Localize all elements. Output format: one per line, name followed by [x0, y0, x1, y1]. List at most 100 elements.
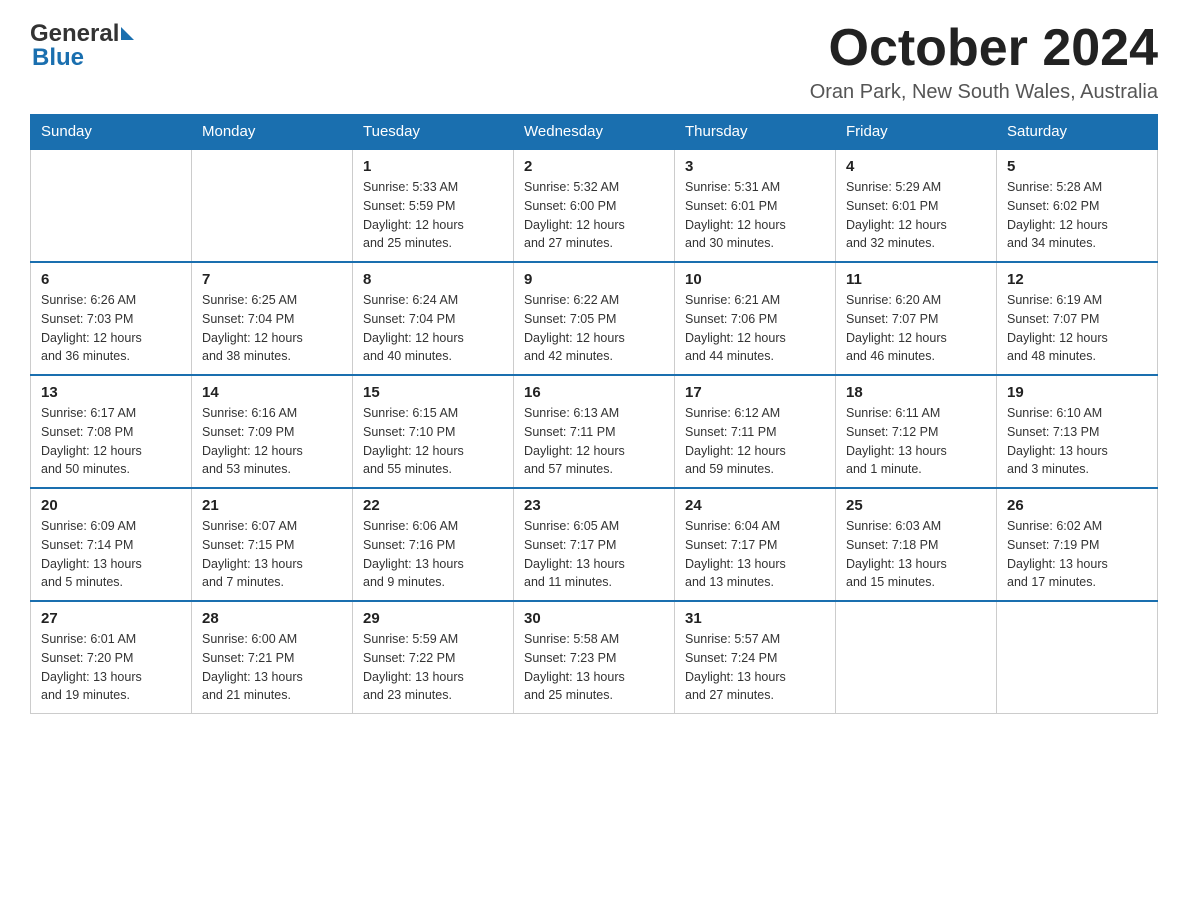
day-number: 6: [41, 271, 181, 288]
calendar-cell: [31, 149, 192, 262]
month-title: October 2024: [810, 20, 1158, 77]
calendar-cell: 24 Sunrise: 6:04 AM Sunset: 7:17 PM Dayli…: [675, 488, 836, 601]
day-info: Sunrise: 6:13 AM Sunset: 7:11 PM Dayligh…: [524, 404, 664, 479]
day-info: Sunrise: 6:06 AM Sunset: 7:16 PM Dayligh…: [363, 517, 503, 592]
calendar-cell: 10 Sunrise: 6:21 AM Sunset: 7:06 PM Dayli…: [675, 262, 836, 375]
day-number: 18: [846, 384, 986, 401]
day-info: Sunrise: 5:31 AM Sunset: 6:01 PM Dayligh…: [685, 178, 825, 253]
calendar-cell: 22Sunrise: 6:06 AM Sunset: 7:16 PM Dayli…: [353, 488, 514, 601]
calendar-cell: 8 Sunrise: 6:24 AM Sunset: 7:04 PM Daylig…: [353, 262, 514, 375]
logo: General Blue: [30, 20, 134, 72]
day-info: Sunrise: 6:09 AM Sunset: 7:14 PM Dayligh…: [41, 517, 181, 592]
day-info: Sunrise: 6:16 AM Sunset: 7:09 PM Dayligh…: [202, 404, 342, 479]
calendar-cell: 28 Sunrise: 6:00 AM Sunset: 7:21 PM Dayli…: [192, 601, 353, 714]
calendar-week-row: 20 Sunrise: 6:09 AM Sunset: 7:14 PM Dayli…: [31, 488, 1158, 601]
calendar-week-row: 6 Sunrise: 6:26 AM Sunset: 7:03 PM Daylig…: [31, 262, 1158, 375]
day-number: 25: [846, 497, 986, 514]
day-number: 14: [202, 384, 342, 401]
day-of-week-header: Saturday: [997, 115, 1158, 150]
day-info: Sunrise: 5:28 AM Sunset: 6:02 PM Dayligh…: [1007, 178, 1147, 253]
page-header: General Blue October 2024 Oran Park, New…: [30, 20, 1158, 104]
day-info: Sunrise: 6:19 AM Sunset: 7:07 PM Dayligh…: [1007, 291, 1147, 366]
day-number: 30: [524, 610, 664, 627]
day-info: Sunrise: 6:25 AM Sunset: 7:04 PM Dayligh…: [202, 291, 342, 366]
title-section: October 2024 Oran Park, New South Wales,…: [810, 20, 1158, 104]
calendar-cell: 19 Sunrise: 6:10 AM Sunset: 7:13 PM Dayli…: [997, 375, 1158, 488]
calendar-cell: [192, 149, 353, 262]
calendar-cell: 12 Sunrise: 6:19 AM Sunset: 7:07 PM Dayli…: [997, 262, 1158, 375]
day-info: Sunrise: 6:24 AM Sunset: 7:04 PM Dayligh…: [363, 291, 503, 366]
day-info: Sunrise: 6:11 AM Sunset: 7:12 PM Dayligh…: [846, 404, 986, 479]
day-info: Sunrise: 6:05 AM Sunset: 7:17 PM Dayligh…: [524, 517, 664, 592]
day-info: Sunrise: 6:21 AM Sunset: 7:06 PM Dayligh…: [685, 291, 825, 366]
day-info: Sunrise: 6:04 AM Sunset: 7:17 PM Dayligh…: [685, 517, 825, 592]
day-number: 19: [1007, 384, 1147, 401]
calendar-cell: 15Sunrise: 6:15 AM Sunset: 7:10 PM Dayli…: [353, 375, 514, 488]
day-info: Sunrise: 6:02 AM Sunset: 7:19 PM Dayligh…: [1007, 517, 1147, 592]
calendar-week-row: 1Sunrise: 5:33 AM Sunset: 5:59 PM Daylig…: [31, 149, 1158, 262]
calendar-cell: 2Sunrise: 5:32 AM Sunset: 6:00 PM Daylig…: [514, 149, 675, 262]
calendar-cell: 23 Sunrise: 6:05 AM Sunset: 7:17 PM Dayli…: [514, 488, 675, 601]
calendar-cell: 25Sunrise: 6:03 AM Sunset: 7:18 PM Dayli…: [836, 488, 997, 601]
day-number: 3: [685, 158, 825, 175]
day-info: Sunrise: 6:12 AM Sunset: 7:11 PM Dayligh…: [685, 404, 825, 479]
calendar-table: SundayMondayTuesdayWednesdayThursdayFrid…: [30, 114, 1158, 714]
day-info: Sunrise: 6:17 AM Sunset: 7:08 PM Dayligh…: [41, 404, 181, 479]
day-info: Sunrise: 6:00 AM Sunset: 7:21 PM Dayligh…: [202, 630, 342, 705]
calendar-cell: 14 Sunrise: 6:16 AM Sunset: 7:09 PM Dayli…: [192, 375, 353, 488]
calendar-cell: 29 Sunrise: 5:59 AM Sunset: 7:22 PM Dayli…: [353, 601, 514, 714]
day-number: 9: [524, 271, 664, 288]
day-number: 26: [1007, 497, 1147, 514]
day-number: 4: [846, 158, 986, 175]
calendar-cell: 6 Sunrise: 6:26 AM Sunset: 7:03 PM Daylig…: [31, 262, 192, 375]
day-number: 24: [685, 497, 825, 514]
calendar-cell: 17 Sunrise: 6:12 AM Sunset: 7:11 PM Dayli…: [675, 375, 836, 488]
day-number: 29: [363, 610, 503, 627]
day-number: 16: [524, 384, 664, 401]
day-of-week-header: Wednesday: [514, 115, 675, 150]
day-info: Sunrise: 6:20 AM Sunset: 7:07 PM Dayligh…: [846, 291, 986, 366]
day-info: Sunrise: 6:10 AM Sunset: 7:13 PM Dayligh…: [1007, 404, 1147, 479]
day-info: Sunrise: 5:57 AM Sunset: 7:24 PM Dayligh…: [685, 630, 825, 705]
calendar-cell: 27Sunrise: 6:01 AM Sunset: 7:20 PM Dayli…: [31, 601, 192, 714]
calendar-cell: 16 Sunrise: 6:13 AM Sunset: 7:11 PM Dayli…: [514, 375, 675, 488]
day-number: 8: [363, 271, 503, 288]
day-info: Sunrise: 6:22 AM Sunset: 7:05 PM Dayligh…: [524, 291, 664, 366]
day-of-week-header: Thursday: [675, 115, 836, 150]
day-number: 12: [1007, 271, 1147, 288]
day-number: 11: [846, 271, 986, 288]
calendar-cell: 4 Sunrise: 5:29 AM Sunset: 6:01 PM Daylig…: [836, 149, 997, 262]
calendar-cell: 1Sunrise: 5:33 AM Sunset: 5:59 PM Daylig…: [353, 149, 514, 262]
day-info: Sunrise: 5:59 AM Sunset: 7:22 PM Dayligh…: [363, 630, 503, 705]
calendar-cell: [997, 601, 1158, 714]
calendar-cell: 20 Sunrise: 6:09 AM Sunset: 7:14 PM Dayli…: [31, 488, 192, 601]
day-info: Sunrise: 5:32 AM Sunset: 6:00 PM Dayligh…: [524, 178, 664, 253]
day-number: 10: [685, 271, 825, 288]
day-number: 5: [1007, 158, 1147, 175]
calendar-cell: [836, 601, 997, 714]
calendar-cell: 30Sunrise: 5:58 AM Sunset: 7:23 PM Dayli…: [514, 601, 675, 714]
calendar-cell: 26 Sunrise: 6:02 AM Sunset: 7:19 PM Dayli…: [997, 488, 1158, 601]
day-of-week-header: Friday: [836, 115, 997, 150]
calendar-header-row: SundayMondayTuesdayWednesdayThursdayFrid…: [31, 115, 1158, 150]
day-info: Sunrise: 6:07 AM Sunset: 7:15 PM Dayligh…: [202, 517, 342, 592]
calendar-week-row: 13 Sunrise: 6:17 AM Sunset: 7:08 PM Dayli…: [31, 375, 1158, 488]
calendar-cell: 31Sunrise: 5:57 AM Sunset: 7:24 PM Dayli…: [675, 601, 836, 714]
day-info: Sunrise: 6:26 AM Sunset: 7:03 PM Dayligh…: [41, 291, 181, 366]
day-info: Sunrise: 5:29 AM Sunset: 6:01 PM Dayligh…: [846, 178, 986, 253]
day-number: 28: [202, 610, 342, 627]
day-number: 7: [202, 271, 342, 288]
day-number: 17: [685, 384, 825, 401]
day-number: 23: [524, 497, 664, 514]
logo-triangle-icon: [121, 27, 134, 40]
day-number: 15: [363, 384, 503, 401]
day-number: 13: [41, 384, 181, 401]
calendar-cell: 5 Sunrise: 5:28 AM Sunset: 6:02 PM Daylig…: [997, 149, 1158, 262]
day-number: 21: [202, 497, 342, 514]
calendar-cell: 18 Sunrise: 6:11 AM Sunset: 7:12 PM Dayli…: [836, 375, 997, 488]
calendar-cell: 21 Sunrise: 6:07 AM Sunset: 7:15 PM Dayli…: [192, 488, 353, 601]
day-of-week-header: Tuesday: [353, 115, 514, 150]
logo-blue-text: Blue: [30, 44, 84, 72]
day-number: 20: [41, 497, 181, 514]
calendar-cell: 3 Sunrise: 5:31 AM Sunset: 6:01 PM Daylig…: [675, 149, 836, 262]
